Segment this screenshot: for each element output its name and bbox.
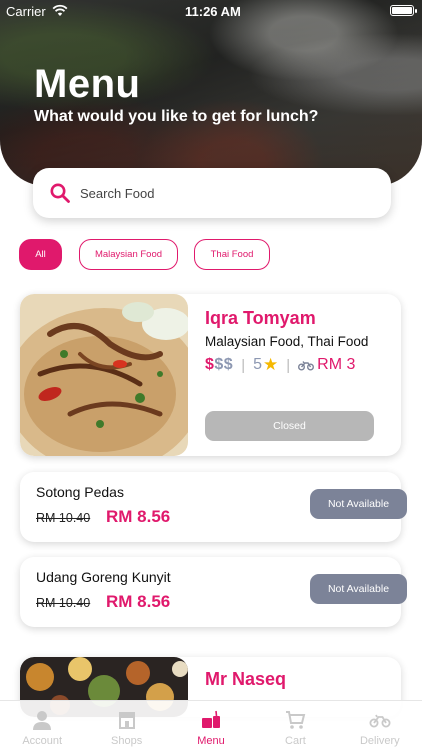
menu-item-original-price: RM 10.40	[36, 511, 91, 525]
price-level-inactive: $$	[214, 356, 234, 373]
tab-bar: Account Shops Menu Cart Delivery	[0, 700, 422, 750]
price-level: $$$	[205, 356, 233, 374]
header-banner: Carrier 11:26 AM Menu What would you lik…	[0, 0, 422, 186]
cart-icon	[286, 711, 306, 729]
menu-item-original-price: RM 10.40	[36, 596, 91, 610]
tab-cart[interactable]: Cart	[253, 701, 337, 750]
tab-delivery[interactable]: Delivery	[338, 701, 422, 750]
divider: |	[241, 356, 246, 374]
clock-label: 11:26 AM	[185, 4, 241, 19]
bike-icon	[298, 361, 315, 371]
tab-label: Account	[22, 735, 63, 747]
filter-chip-thai-food[interactable]: Thai Food	[194, 239, 270, 270]
restaurant-meta: $$$ | 5 ★ | RM 3	[205, 354, 355, 376]
not-available-button[interactable]: Not Available	[310, 489, 407, 519]
price-level-active: $	[205, 356, 215, 373]
page-title: Menu	[34, 62, 141, 106]
menu-item-sale-price: RM 8.56	[106, 507, 171, 526]
rating-value: 5	[253, 356, 263, 373]
shop-icon	[118, 712, 135, 729]
menu-food-icon	[202, 710, 221, 728]
account-icon	[33, 711, 52, 730]
menu-item-card[interactable]: Sotong Pedas RM 10.40 RM 8.56 Not Availa…	[20, 472, 407, 542]
search-icon	[50, 183, 70, 203]
tab-label: Cart	[285, 735, 306, 747]
tab-label: Delivery	[359, 735, 400, 747]
menu-item-name: Sotong Pedas	[36, 484, 124, 500]
search-input[interactable]	[80, 183, 370, 203]
tab-label: Menu	[197, 735, 225, 747]
tab-menu[interactable]: Menu	[169, 701, 253, 750]
delivery-fee: RM 3	[317, 356, 356, 373]
tab-account[interactable]: Account	[0, 701, 84, 750]
wifi-icon	[52, 4, 68, 16]
not-available-button[interactable]: Not Available	[310, 574, 407, 604]
star-icon: ★	[263, 355, 279, 374]
restaurant-card[interactable]: Iqra Tomyam Malaysian Food, Thai Food $$…	[20, 294, 401, 456]
menu-item-name: Udang Goreng Kunyit	[36, 569, 171, 585]
closed-status-button[interactable]: Closed	[205, 411, 374, 441]
divider: |	[286, 356, 291, 374]
filter-chip-malaysian-food[interactable]: Malaysian Food	[79, 239, 178, 270]
status-bar: Carrier 11:26 AM	[0, 0, 422, 22]
tab-label: Shops	[111, 735, 143, 747]
page-subtitle: What would you like to get for lunch?	[34, 108, 319, 125]
restaurant-cuisine: Malaysian Food, Thai Food	[205, 334, 369, 349]
restaurant-image	[20, 294, 188, 456]
restaurant-name: Iqra Tomyam	[205, 308, 316, 328]
menu-item-sale-price: RM 8.56	[106, 592, 171, 611]
battery-icon	[390, 5, 417, 16]
filter-chip-all[interactable]: All	[19, 239, 62, 270]
tab-shops[interactable]: Shops	[84, 701, 168, 750]
menu-item-card[interactable]: Udang Goreng Kunyit RM 10.40 RM 8.56 Not…	[20, 557, 407, 627]
restaurant-name: Mr Naseq	[205, 669, 287, 689]
carrier-label: Carrier	[6, 4, 46, 19]
bike-icon	[369, 714, 391, 728]
search-bar[interactable]	[33, 168, 391, 218]
